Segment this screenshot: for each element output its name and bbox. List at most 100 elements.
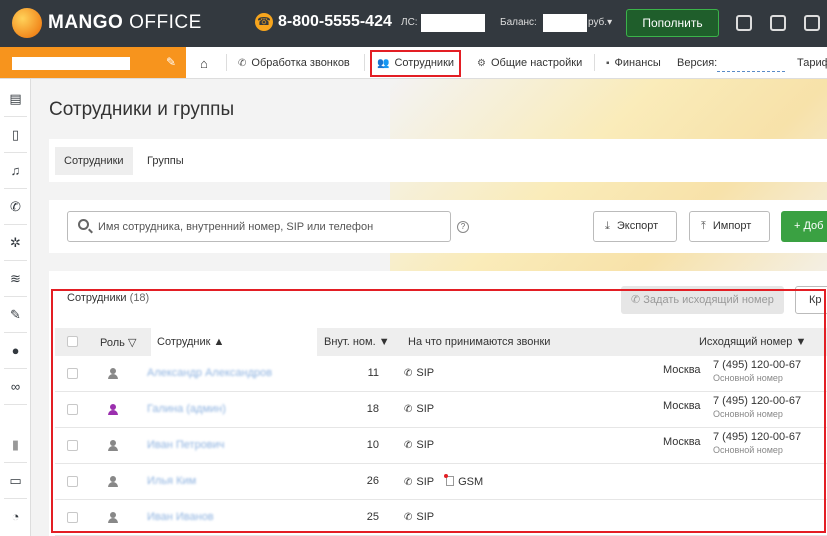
outgoing-number: 7 (495) 120-00-67 xyxy=(713,431,802,443)
account-label: ЛС: xyxy=(401,17,418,28)
row-checkbox[interactable] xyxy=(67,404,78,415)
tabs-panel: Сотрудники Группы xyxy=(49,139,827,182)
employees-title: Сотрудники (18) xyxy=(67,292,150,304)
bar-chart-icon[interactable]: ▮ xyxy=(0,427,31,462)
top-bar: MANGO OFFICE ☎ 8-800-5555-424 ЛС: Баланс… xyxy=(0,0,827,47)
row-checkbox[interactable] xyxy=(67,512,78,523)
analytics-icon[interactable]: ◔ xyxy=(0,499,31,534)
headset-icon[interactable]: ♫ xyxy=(0,153,31,188)
chat-icon[interactable] xyxy=(736,15,752,31)
table-row[interactable]: Иван Иванов 25 ✆ SIP xyxy=(55,500,827,536)
tab-employees[interactable]: Сотрудники xyxy=(55,147,133,175)
audio-wave-icon[interactable]: ≋ xyxy=(0,261,31,296)
nav-divider xyxy=(226,54,227,71)
sip-phone-icon: ✆ xyxy=(404,368,413,379)
table-row[interactable]: Иван Петрович 10 ✆ SIP Москва 7 (495) 120… xyxy=(55,428,827,464)
gear-icon: ⚙ xyxy=(477,58,486,69)
wallet-icon: ▪ xyxy=(606,58,610,69)
column-outgoing[interactable]: Исходящий номер ▼ xyxy=(699,336,806,348)
dashboard-icon[interactable]: ▤ xyxy=(0,81,31,116)
nav-finance[interactable]: ▪ Финансы xyxy=(606,57,661,69)
chat-bubble-icon[interactable]: ● xyxy=(0,333,31,368)
column-ext[interactable]: Внут. ном. ▼ xyxy=(324,336,390,348)
mobile-icon[interactable]: ▯ xyxy=(0,117,31,152)
main-nav: ✎ ⌂ ✆ Обработка звонков 👥 Сотрудники ⚙ Общи… xyxy=(0,47,827,79)
cr-button[interactable]: Кр xyxy=(795,286,827,314)
table-row[interactable]: Александр Александров 11 ✆ SIP Москва 7 (… xyxy=(55,356,827,392)
outgoing-city: Москва xyxy=(663,436,701,448)
table-header: Роль ▽ Сотрудник ▲ Внут. ном. ▼ На что п… xyxy=(55,328,827,356)
outgoing-city: Москва xyxy=(663,364,701,376)
support-phone[interactable]: 8-800-5555-424 xyxy=(278,13,392,31)
call-forward-icon[interactable]: ✆ xyxy=(0,189,31,224)
nav-call-handling[interactable]: ✆ Обработка звонков xyxy=(238,57,350,69)
select-all-checkbox[interactable] xyxy=(67,336,78,347)
export-button[interactable]: ⤓ Экспорт xyxy=(593,211,677,242)
user-role-icon xyxy=(108,476,118,488)
topup-button[interactable]: Пополнить xyxy=(626,9,719,37)
add-employee-button[interactable]: + Доб xyxy=(781,211,827,242)
employee-name-link[interactable]: Галина (админ) xyxy=(147,403,226,415)
outgoing-number-type: Основной номер xyxy=(713,445,783,455)
extension-number: 25 xyxy=(366,511,379,523)
sidebar-divider xyxy=(4,404,27,405)
receive-method: ✆ SIP xyxy=(404,439,435,451)
table-row[interactable]: Илья Ким 26 ✆ SIP GSM xyxy=(55,464,827,500)
organization-name-redacted xyxy=(12,57,130,70)
nav-tariff[interactable]: Тариф xyxy=(797,57,827,69)
profile-icon[interactable] xyxy=(770,15,786,31)
filter-icon[interactable]: ▽ xyxy=(128,337,136,349)
book-icon[interactable] xyxy=(804,15,820,31)
integrations-icon[interactable]: ✲ xyxy=(0,225,31,260)
column-receives: На что принимаются звонки xyxy=(408,336,551,348)
search-icon xyxy=(78,219,89,230)
outgoing-number-type: Основной номер xyxy=(713,373,783,383)
nav-general-settings[interactable]: ⚙ Общие настройки xyxy=(477,57,582,69)
extension-number: 10 xyxy=(366,439,379,451)
tab-groups[interactable]: Группы xyxy=(138,147,193,175)
version-label: Версия: xyxy=(677,57,718,69)
employees-count: (18) xyxy=(129,292,150,304)
organization-selector[interactable]: ✎ xyxy=(0,47,186,78)
table-row[interactable]: Галина (админ) 18 ✆ SIP Москва 7 (495) 12… xyxy=(55,392,827,428)
employee-name-link[interactable]: Александр Александров xyxy=(147,367,272,379)
employee-name-link[interactable]: Илья Ким xyxy=(147,475,196,487)
sort-desc-icon: ▼ xyxy=(378,336,390,348)
sort-asc-icon: ▲ xyxy=(213,336,225,348)
home-icon[interactable]: ⌂ xyxy=(200,56,208,71)
nav-divider xyxy=(364,54,365,71)
employee-name-link[interactable]: Иван Петрович xyxy=(147,439,225,451)
mango-logo-icon xyxy=(12,8,42,38)
outgoing-city: Москва xyxy=(663,400,701,412)
sort-desc-icon: ▼ xyxy=(795,336,807,348)
phone-icon: ✆ xyxy=(631,294,644,306)
row-checkbox[interactable] xyxy=(67,368,78,379)
logo-text: MANGO OFFICE xyxy=(48,12,202,33)
currency-dropdown[interactable]: руб.▾ xyxy=(588,17,612,28)
user-role-icon xyxy=(108,368,118,380)
version-selector[interactable] xyxy=(717,71,785,72)
left-sidebar: ▤ ▯ ♫ ✆ ✲ ≋ ✎ ● ∞ ▮ ▭ ◔ xyxy=(0,79,31,536)
import-button[interactable]: ⤒ Импорт xyxy=(689,211,770,242)
employee-name-link[interactable]: Иван Иванов xyxy=(147,511,214,523)
page-title: Сотрудники и группы xyxy=(49,99,235,120)
balance-value-redacted xyxy=(543,14,587,32)
gsm-sim-icon xyxy=(444,474,455,486)
column-role[interactable]: Роль ▽ xyxy=(100,336,136,349)
binoculars-icon[interactable]: ∞ xyxy=(0,369,31,404)
search-input[interactable] xyxy=(98,217,443,237)
column-employee[interactable]: Сотрудник ▲ xyxy=(157,336,224,348)
user-role-icon xyxy=(108,440,118,452)
balance-label: Баланс: xyxy=(500,17,537,28)
search-box xyxy=(67,211,451,242)
monitor-icon[interactable]: ▭ xyxy=(0,463,31,498)
admin-role-icon xyxy=(108,404,118,416)
row-checkbox[interactable] xyxy=(67,476,78,487)
receive-method: ✆ SIP xyxy=(404,367,435,379)
document-icon[interactable]: ✎ xyxy=(0,297,31,332)
sip-phone-icon: ✆ xyxy=(404,404,413,415)
row-checkbox[interactable] xyxy=(67,440,78,451)
extension-number: 11 xyxy=(367,367,379,379)
pencil-icon[interactable]: ✎ xyxy=(166,55,176,69)
help-icon[interactable]: ? xyxy=(457,221,469,233)
